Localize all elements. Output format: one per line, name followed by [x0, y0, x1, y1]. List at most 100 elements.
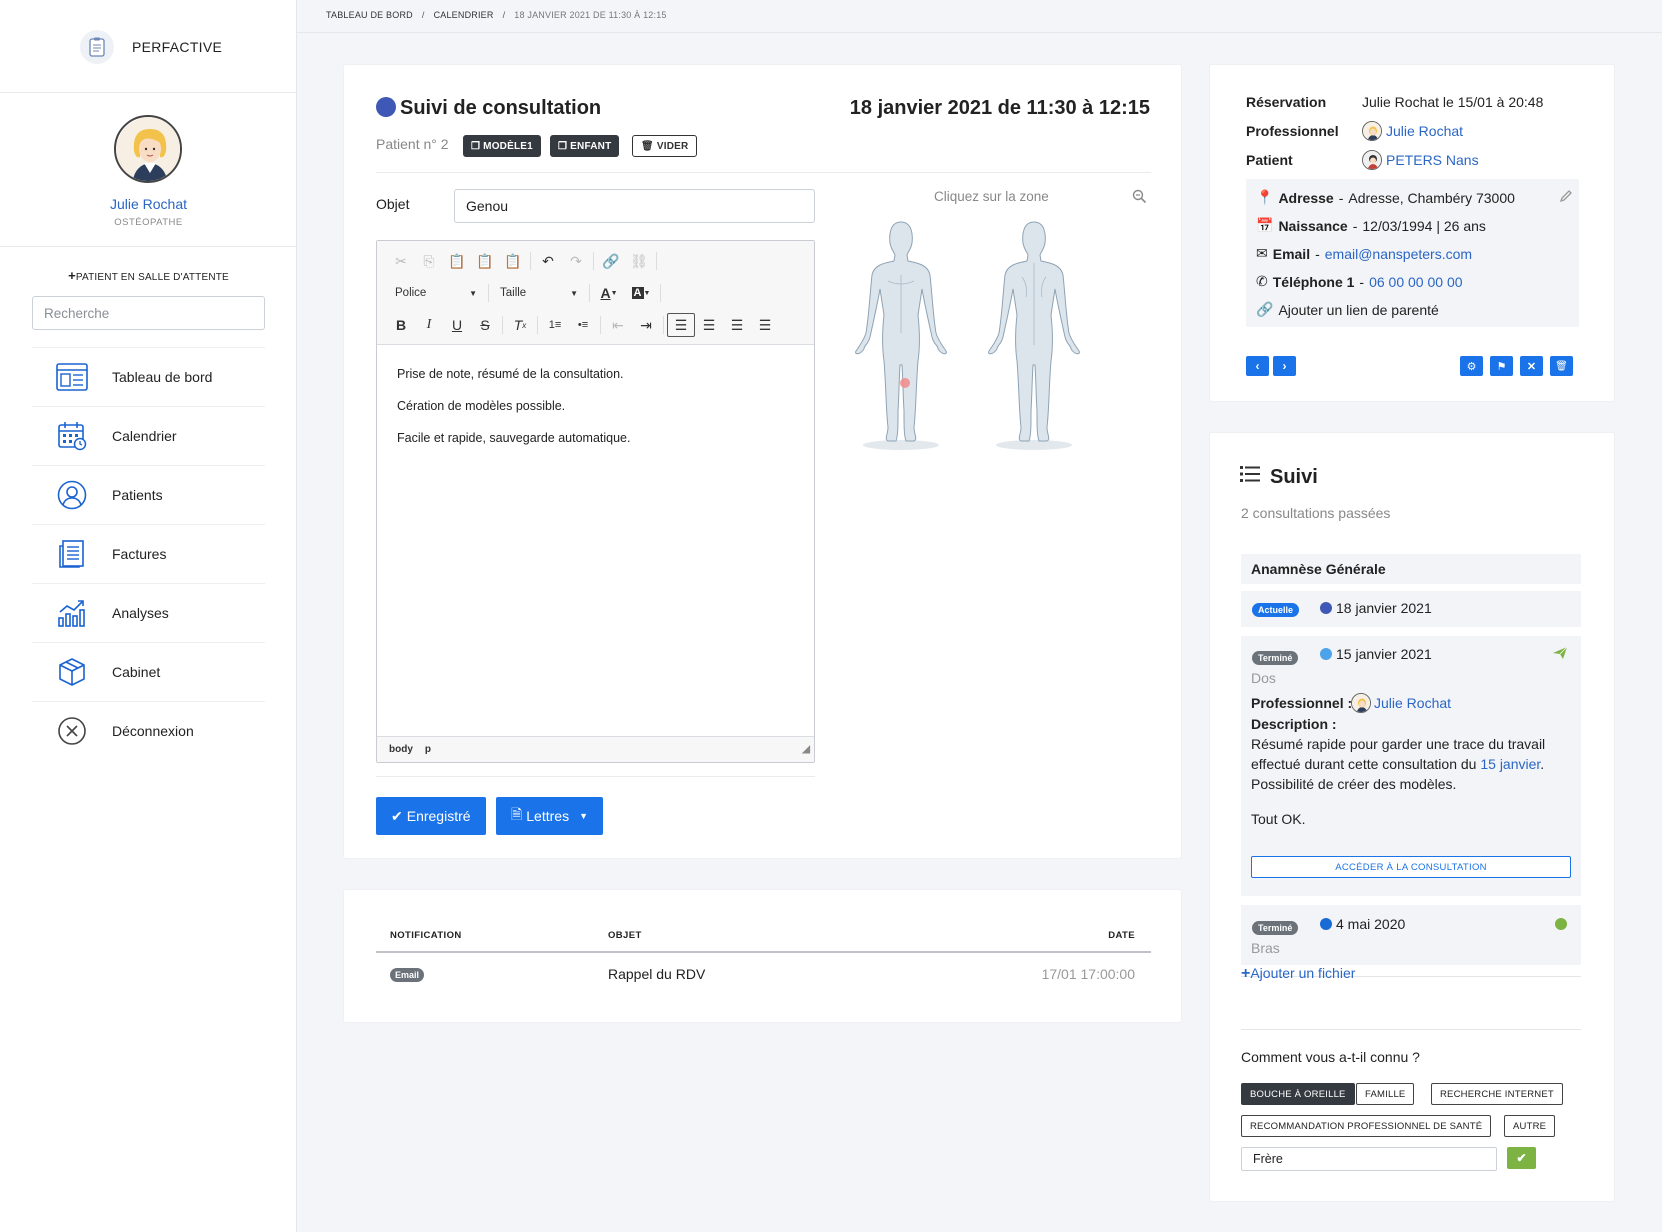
sidebar-item-invoices[interactable]: Factures: [32, 524, 265, 583]
access-consultation-button[interactable]: ACCÉDER À LA CONSULTATION: [1251, 856, 1571, 878]
font-select[interactable]: Police ▼: [387, 281, 485, 305]
sidebar-item-logout[interactable]: Déconnexion: [32, 701, 265, 760]
element-path-item[interactable]: p: [425, 744, 431, 755]
trash-icon: 🗑: [1555, 360, 1568, 372]
sidebar-item-patients[interactable]: Patients: [32, 465, 265, 524]
italic-icon[interactable]: I: [415, 313, 443, 337]
referral-option-family[interactable]: FAMILLE: [1356, 1083, 1415, 1105]
professional-value[interactable]: Julie Rochat: [1351, 693, 1451, 713]
professional-link[interactable]: Julie Rochat: [1374, 695, 1451, 711]
add-file-link[interactable]: +Ajouter un fichier: [1241, 965, 1355, 983]
align-left-icon[interactable]: ☰: [667, 313, 695, 337]
delete-button[interactable]: 🗑: [1550, 356, 1573, 376]
no-show-button[interactable]: ⚑: [1490, 356, 1513, 376]
paste-word-icon[interactable]: 📋: [499, 249, 527, 273]
settings-button[interactable]: ⚙: [1460, 356, 1483, 376]
breadcrumb-item[interactable]: TABLEAU DE BORD: [326, 10, 413, 20]
clear-format-icon[interactable]: Tx: [506, 313, 534, 337]
size-select[interactable]: Taille ▼: [492, 281, 586, 305]
editor-content[interactable]: Prise de note, résumé de la consultation…: [377, 344, 814, 730]
numbered-list-icon[interactable]: 1≡: [541, 313, 569, 337]
editor-paragraph: Prise de note, résumé de la consultation…: [397, 367, 624, 381]
breadcrumb-item[interactable]: CALENDRIER: [434, 10, 494, 20]
email-link[interactable]: email@nanspeters.com: [1325, 246, 1472, 262]
body-map-hint: Cliquez sur la zone: [934, 189, 1049, 204]
referral-option-word-of-mouth[interactable]: BOUCHE À OREILLE: [1241, 1083, 1355, 1105]
strikethrough-icon[interactable]: S: [471, 313, 499, 337]
copy-icon[interactable]: ⎘: [415, 249, 443, 273]
referral-option-health-professional[interactable]: RECOMMANDATION PROFESSIONNEL DE SANTÉ: [1241, 1115, 1492, 1137]
resize-handle-icon[interactable]: ◢: [802, 744, 810, 755]
waiting-room-link[interactable]: +PATIENT EN SALLE D'ATTENTE: [0, 268, 297, 283]
add-relation-link[interactable]: 🔗 Ajouter un lien de parenté: [1256, 301, 1439, 318]
address-label: Adresse: [1278, 189, 1334, 206]
professional-value[interactable]: Julie Rochat: [1362, 121, 1463, 141]
sidebar-item-analyses[interactable]: Analyses: [32, 583, 265, 642]
patient-value[interactable]: PETERS Nans: [1362, 150, 1479, 170]
search-input[interactable]: [32, 296, 265, 330]
outdent-icon[interactable]: ⇤: [604, 313, 632, 337]
paste-text-icon[interactable]: 📋: [471, 249, 499, 273]
next-button[interactable]: ›: [1273, 356, 1296, 376]
sidebar-item-calendar[interactable]: Calendrier: [32, 406, 265, 465]
cancel-button[interactable]: ✕: [1520, 356, 1543, 376]
toolbar-separator: [502, 316, 503, 334]
underline-icon[interactable]: U: [443, 313, 471, 337]
bullet-list-icon[interactable]: •≡: [569, 313, 597, 337]
paste-icon[interactable]: 📋: [443, 249, 471, 273]
sidebar-item-cabinet[interactable]: Cabinet: [32, 642, 265, 701]
consultation-entry[interactable]: Actuelle 18 janvier 2021: [1241, 591, 1581, 627]
patient-link[interactable]: PETERS Nans: [1386, 152, 1479, 168]
user-name[interactable]: Julie Rochat: [0, 196, 297, 212]
anamnesis-header[interactable]: Anamnèse Générale: [1241, 554, 1581, 584]
align-center-icon[interactable]: ☰: [695, 313, 723, 337]
paper-plane-icon[interactable]: [1552, 646, 1568, 663]
sidebar-item-label: Calendrier: [112, 428, 177, 444]
follow-up-title-text: Suivi: [1270, 465, 1318, 488]
unlink-icon[interactable]: ⛓: [625, 249, 653, 273]
sidebar-item-dashboard[interactable]: Tableau de bord: [32, 347, 265, 406]
column-header: OBJET: [608, 930, 642, 941]
save-button[interactable]: ✔ Enregistré: [376, 797, 486, 835]
background-color-icon[interactable]: A ▼: [625, 281, 657, 305]
patient-label: Patient: [1246, 152, 1293, 168]
referral-option-other[interactable]: AUTRE: [1504, 1115, 1556, 1137]
body-map[interactable]: [844, 215, 1089, 455]
notification-type-badge: Email: [390, 968, 425, 982]
bold-icon[interactable]: B: [387, 313, 415, 337]
clear-button[interactable]: 🗑 VIDER: [632, 135, 698, 157]
letters-dropdown-button[interactable]: 🗎 Lettres ▼: [496, 797, 603, 835]
template-button[interactable]: ❐ MODÈLE1: [463, 135, 541, 157]
divider: [376, 172, 1151, 173]
consultation-date-link[interactable]: 15 janvier: [1480, 756, 1540, 772]
previous-button[interactable]: ‹: [1246, 356, 1269, 376]
cut-icon[interactable]: ✂: [387, 249, 415, 273]
redo-icon[interactable]: ↷: [562, 249, 590, 273]
undo-icon[interactable]: ↶: [534, 249, 562, 273]
entry-color-dot: [1320, 602, 1332, 614]
consultation-entry[interactable]: Terminé 4 mai 2020 Bras: [1241, 905, 1581, 965]
child-template-button[interactable]: ❐ ENFANT: [550, 135, 620, 157]
avatar[interactable]: [114, 115, 182, 183]
phone-link[interactable]: 06 00 00 00 00: [1369, 274, 1462, 290]
edit-pencil-icon[interactable]: [1559, 189, 1573, 206]
align-justify-icon[interactable]: ☰: [751, 313, 779, 337]
align-right-icon[interactable]: ☰: [723, 313, 751, 337]
zoom-icon[interactable]: [1132, 189, 1147, 207]
notifications-card: NOTIFICATION OBJET DATE Email Rappel du …: [344, 890, 1181, 1022]
check-icon: ✔: [1516, 1151, 1527, 1165]
professional-link[interactable]: Julie Rochat: [1386, 123, 1463, 139]
referral-detail-input[interactable]: [1241, 1147, 1497, 1171]
link-icon[interactable]: 🔗: [597, 249, 625, 273]
sidebar: PERFACTIVE Julie Rochat OSTÉOPATHE +PATI…: [0, 0, 297, 1232]
confirm-button[interactable]: ✔: [1507, 1147, 1536, 1169]
text-color-icon[interactable]: A ▼: [593, 281, 625, 305]
indent-icon[interactable]: ⇥: [632, 313, 660, 337]
entry-date: 15 janvier 2021: [1336, 646, 1432, 662]
column-header: DATE: [1108, 930, 1135, 941]
object-input[interactable]: [454, 189, 815, 223]
document-icon: 🗎: [511, 806, 523, 822]
element-path-item[interactable]: body: [389, 744, 413, 755]
brand[interactable]: PERFACTIVE: [80, 30, 222, 64]
referral-option-internet[interactable]: RECHERCHE INTERNET: [1431, 1083, 1563, 1105]
